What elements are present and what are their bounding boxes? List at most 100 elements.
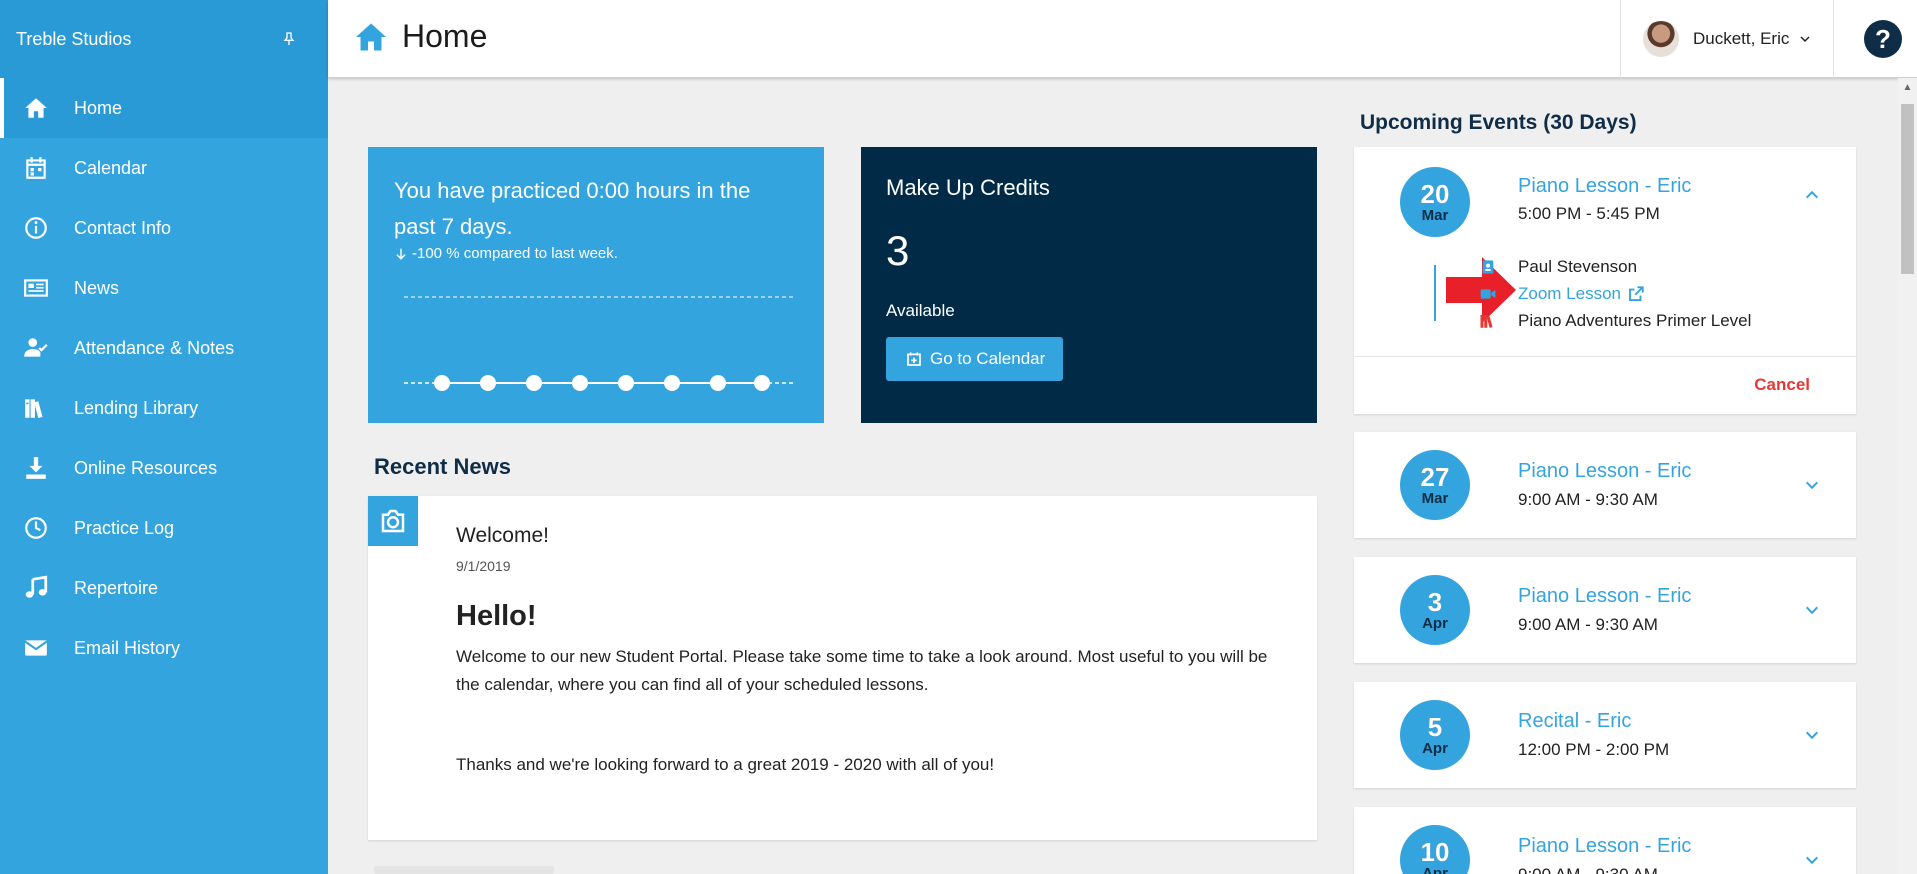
sparkline-point <box>526 375 542 391</box>
sparkline-point <box>480 375 496 391</box>
chevron-down-icon[interactable] <box>1804 602 1820 618</box>
pin-icon[interactable] <box>280 30 298 48</box>
chevron-down-icon[interactable] <box>1804 477 1820 493</box>
next-section-heading-partial <box>374 866 554 874</box>
user-menu[interactable]: Duckett, Eric <box>1620 0 1834 78</box>
go-to-calendar-label: Go to Calendar <box>930 349 1046 368</box>
clock-icon <box>22 515 50 541</box>
event-book-title: Piano Adventures Primer Level <box>1518 311 1752 330</box>
page-scrollbar[interactable]: ▲ <box>1898 78 1917 874</box>
makeup-credits-card: Make Up Credits 3 Available Go to Calend… <box>861 147 1317 423</box>
event-date-badge: 5 Apr <box>1400 700 1470 770</box>
sparkline-point <box>434 375 450 391</box>
event-date-badge: 3 Apr <box>1400 575 1470 645</box>
cancel-button[interactable]: Cancel <box>1754 375 1810 395</box>
sidebar-item-calendar[interactable]: Calendar <box>0 138 328 198</box>
sidebar-item-label: Lending Library <box>74 397 199 418</box>
sidebar-item-home[interactable]: Home <box>0 78 328 138</box>
credits-count: 3 <box>886 227 910 274</box>
event-name[interactable]: Piano Lesson - Eric <box>1518 175 1691 198</box>
books-icon <box>1478 312 1498 330</box>
event-teacher-name: Paul Stevenson <box>1518 257 1638 276</box>
news-title: Welcome! <box>456 524 549 547</box>
event-teacher: Paul Stevenson <box>1482 257 1638 277</box>
sidebar-item-practice-log[interactable]: Practice Log <box>0 498 328 558</box>
home-icon <box>356 23 386 50</box>
news-paragraph: Thanks and we're looking forward to a gr… <box>456 755 995 774</box>
sparkline-point <box>618 375 634 391</box>
event-card: 20 Mar Piano Lesson - Eric 5:00 PM - 5:4… <box>1354 147 1856 414</box>
help-button[interactable]: ? <box>1864 20 1902 58</box>
event-name[interactable]: Piano Lesson - Eric <box>1518 460 1691 483</box>
event-date-badge: 10 Apr <box>1400 825 1470 874</box>
sidebar-item-contact-info[interactable]: Contact Info <box>0 198 328 258</box>
event-time: 9:00 AM - 9:30 AM <box>1518 615 1658 634</box>
sidebar-item-label: Online Resources <box>74 457 218 478</box>
sparkline-point <box>754 375 770 391</box>
practice-card: You have practiced 0:00 hours in the pas… <box>368 147 824 423</box>
event-name[interactable]: Piano Lesson - Eric <box>1518 585 1691 608</box>
download-icon <box>22 455 50 481</box>
arrow-down-icon <box>396 248 406 260</box>
credits-status: Available <box>886 301 955 320</box>
sidebar-item-label: Contact Info <box>74 217 172 238</box>
event-month: Apr <box>1422 614 1448 632</box>
event-card[interactable]: 5 Apr Recital - Eric 12:00 PM - 2:00 PM <box>1354 682 1856 788</box>
sidebar-item-email-history[interactable]: Email History <box>0 618 328 678</box>
calendar-plus-icon <box>907 352 921 366</box>
event-time: 9:00 AM - 9:30 AM <box>1518 865 1658 874</box>
news-card: Welcome! 9/1/2019 Hello! Welcome to our … <box>368 496 1317 840</box>
practice-comparison: -100 % compared to last week. <box>394 245 798 262</box>
sidebar-item-repertoire[interactable]: Repertoire <box>0 558 328 618</box>
news-date: 9/1/2019 <box>456 558 511 574</box>
envelope-icon <box>22 635 50 661</box>
sidebar-item-label: News <box>74 277 120 298</box>
news-heading: Hello! <box>456 600 537 632</box>
music-note-icon <box>22 575 50 601</box>
brand-name: Treble Studios <box>16 28 132 49</box>
event-month: Apr <box>1422 739 1448 757</box>
event-name[interactable]: Piano Lesson - Eric <box>1518 835 1691 858</box>
sidebar-item-news[interactable]: News <box>0 258 328 318</box>
event-card[interactable]: 10 Apr Piano Lesson - Eric 9:00 AM - 9:3… <box>1354 807 1856 874</box>
chevron-up-icon[interactable] <box>1804 187 1820 203</box>
event-date-badge: 27 Mar <box>1400 450 1470 520</box>
event-month: Apr <box>1422 864 1448 874</box>
practice-sparkline <box>404 296 794 391</box>
sparkline-point <box>710 375 726 391</box>
books-icon <box>22 395 50 421</box>
sidebar-item-label: Repertoire <box>74 577 159 598</box>
sidebar-item-label: Calendar <box>74 157 148 178</box>
chevron-down-icon[interactable] <box>1804 727 1820 743</box>
event-name[interactable]: Recital - Eric <box>1518 710 1631 733</box>
sparkline-point <box>664 375 680 391</box>
practice-summary: You have practiced 0:00 hours in the pas… <box>394 178 751 239</box>
video-camera-icon <box>1478 285 1498 303</box>
sidebar-item-label: Home <box>74 97 123 118</box>
calendar-icon <box>22 155 50 181</box>
zoom-lesson-link[interactable]: Zoom Lesson <box>1518 284 1621 304</box>
chevron-down-icon <box>1800 36 1810 43</box>
sidebar-header: Treble Studios <box>0 0 328 78</box>
event-card[interactable]: 3 Apr Piano Lesson - Eric 9:00 AM - 9:30… <box>1354 557 1856 663</box>
help-icon: ? <box>1875 23 1891 54</box>
event-time: 5:00 PM - 5:45 PM <box>1518 204 1660 223</box>
event-book: Piano Adventures Primer Level <box>1480 311 1752 331</box>
sidebar-item-lending-library[interactable]: Lending Library <box>0 378 328 438</box>
event-month: Mar <box>1421 206 1449 224</box>
sidebar-item-attendance[interactable]: Attendance & Notes <box>0 318 328 378</box>
external-link-icon[interactable] <box>1627 285 1645 303</box>
chevron-down-icon[interactable] <box>1804 852 1820 868</box>
event-card[interactable]: 27 Mar Piano Lesson - Eric 9:00 AM - 9:3… <box>1354 432 1856 538</box>
credits-title: Make Up Credits <box>886 175 1050 200</box>
sidebar-item-online-resources[interactable]: Online Resources <box>0 438 328 498</box>
event-detail-divider <box>1434 265 1436 321</box>
sidebar-item-label: Attendance & Notes <box>74 337 235 358</box>
id-badge-icon <box>1478 258 1498 276</box>
top-bar: Home Duckett, Eric ? <box>328 0 1917 78</box>
go-to-calendar-button[interactable]: Go to Calendar <box>886 337 1064 381</box>
scroll-up-arrow-icon[interactable]: ▲ <box>1898 78 1917 96</box>
scrollbar-thumb[interactable] <box>1901 104 1914 274</box>
page-title-text: Home <box>402 18 488 54</box>
event-day: 20 <box>1420 178 1450 209</box>
